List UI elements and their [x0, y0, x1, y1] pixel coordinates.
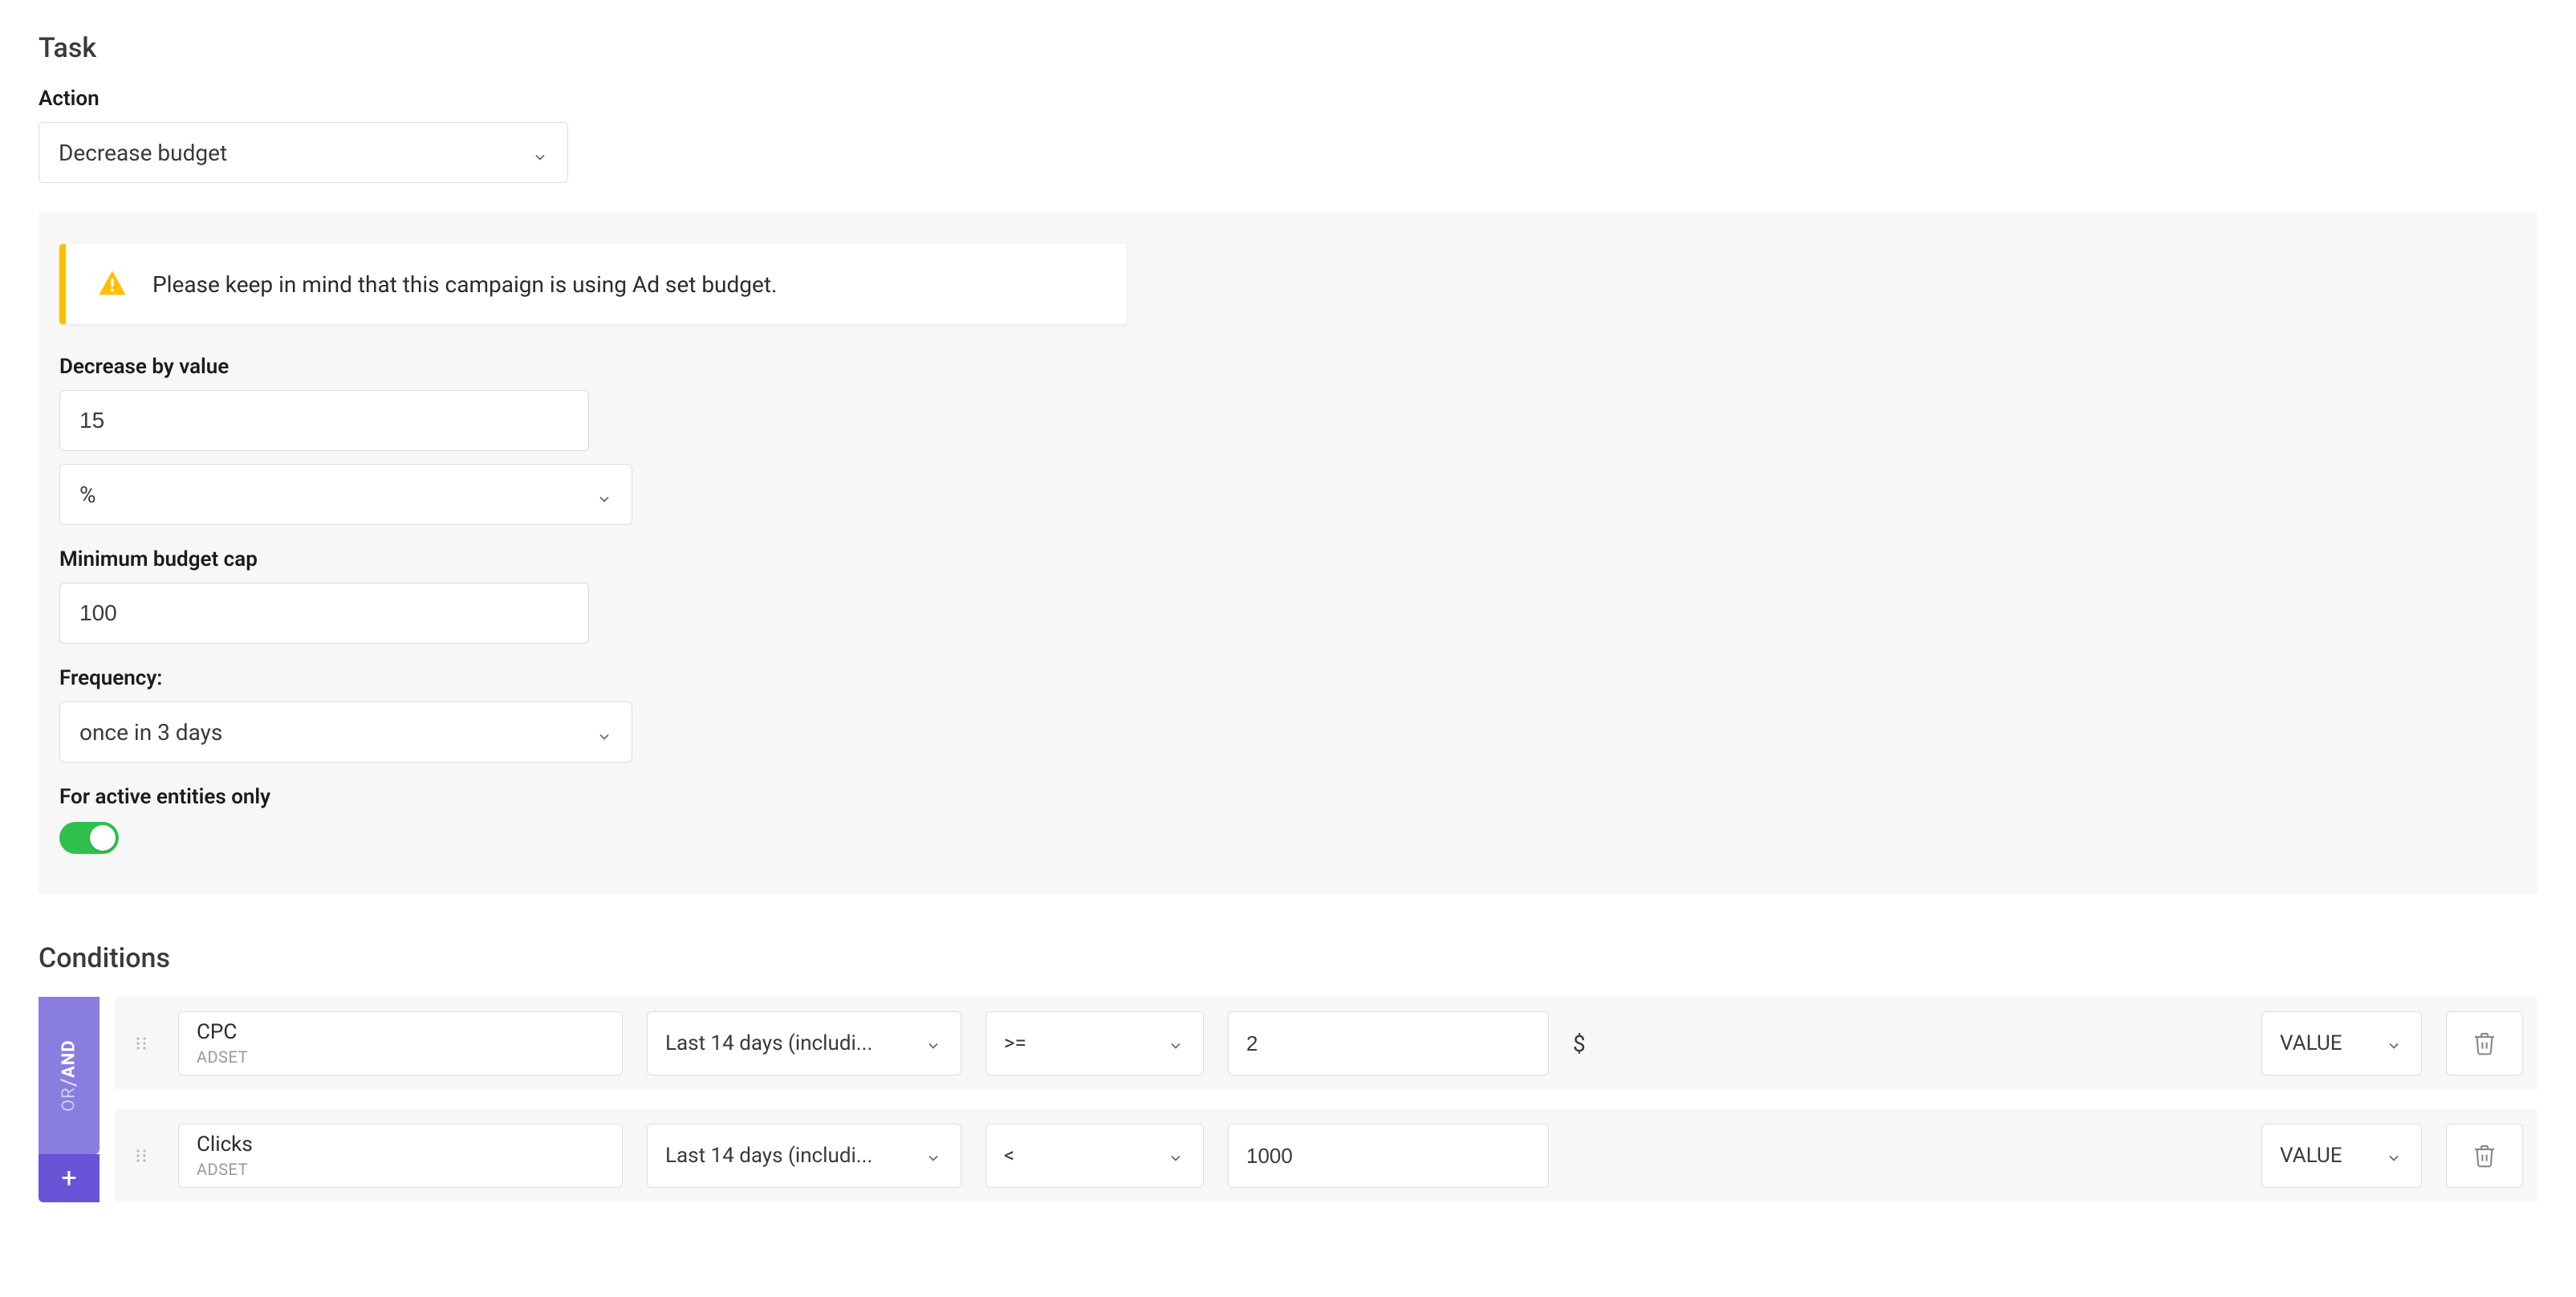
decrease-by-input[interactable]: [79, 391, 569, 450]
metric-name: Clicks: [197, 1132, 604, 1157]
metric-level: ADSET: [197, 1160, 604, 1179]
chevron-down-icon: [925, 1035, 941, 1051]
metric-name: CPC: [197, 1020, 604, 1044]
delete-condition-button[interactable]: [2446, 1011, 2523, 1075]
task-section: Task Action Decrease budget Please keep …: [39, 32, 2537, 894]
period-select[interactable]: Last 14 days (includi...: [647, 1011, 961, 1075]
frequency-select[interactable]: once in 3 days: [59, 701, 632, 762]
alert-text: Please keep in mind that this campaign i…: [152, 271, 777, 298]
action-select-value: Decrease budget: [59, 140, 227, 166]
operator-select[interactable]: >=: [985, 1011, 1204, 1075]
chevron-down-icon: [925, 1148, 941, 1164]
chevron-down-icon: [532, 144, 548, 161]
value-input-wrap[interactable]: [1228, 1124, 1549, 1188]
value-input[interactable]: [1246, 1031, 1530, 1056]
drag-handle-icon[interactable]: [128, 1011, 154, 1075]
conditions-logic-sidebar: OR / AND +: [39, 997, 100, 1202]
decrease-by-label: Decrease by value: [59, 355, 2517, 379]
decrease-by-input-wrap[interactable]: [59, 390, 589, 451]
decrease-by-unit-value: %: [79, 482, 96, 508]
min-cap-input[interactable]: [79, 583, 569, 643]
task-body: Please keep in mind that this campaign i…: [39, 212, 2537, 894]
compare-type-select[interactable]: VALUE: [2261, 1011, 2422, 1075]
metric-level: ADSET: [197, 1047, 604, 1067]
warning-icon: [96, 268, 128, 300]
compare-type-value: VALUE: [2280, 1031, 2342, 1055]
frequency-label: Frequency:: [59, 666, 2517, 690]
period-value: Last 14 days (includi...: [665, 1031, 872, 1055]
condition-row: Clicks ADSET Last 14 days (includi... <: [114, 1109, 2537, 1202]
chevron-down-icon: [596, 486, 612, 502]
metric-select[interactable]: Clicks ADSET: [178, 1124, 623, 1188]
value-unit: $: [1573, 1011, 1621, 1075]
chevron-down-icon: [2386, 1035, 2402, 1051]
decrease-by-unit-select[interactable]: %: [59, 464, 632, 525]
period-value: Last 14 days (includi...: [665, 1144, 872, 1168]
chevron-down-icon: [1168, 1148, 1184, 1164]
operator-select[interactable]: <: [985, 1124, 1204, 1188]
value-input-wrap[interactable]: [1228, 1011, 1549, 1075]
delete-condition-button[interactable]: [2446, 1124, 2523, 1188]
conditions-title: Conditions: [39, 942, 2537, 974]
min-cap-label: Minimum budget cap: [59, 547, 2517, 571]
operator-value: >=: [1004, 1031, 1026, 1055]
condition-row: CPC ADSET Last 14 days (includi... >=: [114, 997, 2537, 1090]
add-condition-button[interactable]: +: [39, 1154, 100, 1202]
conditions-section: Conditions OR / AND +: [39, 942, 2537, 1202]
action-label: Action: [39, 87, 2537, 111]
logic-sep: /: [57, 1078, 81, 1088]
action-select[interactable]: Decrease budget: [39, 122, 568, 183]
metric-select[interactable]: CPC ADSET: [178, 1011, 623, 1075]
value-unit: [1573, 1124, 1621, 1188]
task-title: Task: [39, 32, 2537, 64]
active-only-label: For active entities only: [59, 785, 2517, 809]
alert-banner: Please keep in mind that this campaign i…: [59, 244, 1127, 324]
frequency-value: once in 3 days: [79, 719, 222, 746]
toggle-knob: [90, 825, 116, 851]
drag-handle-icon[interactable]: [128, 1124, 154, 1188]
chevron-down-icon: [596, 724, 612, 740]
logic-and-label: AND: [59, 1039, 79, 1078]
value-input[interactable]: [1246, 1144, 1530, 1169]
add-symbol: +: [61, 1162, 76, 1194]
logic-and-or-toggle[interactable]: OR / AND: [39, 997, 100, 1154]
active-only-toggle[interactable]: [59, 822, 119, 854]
logic-or-label: OR: [59, 1087, 79, 1112]
chevron-down-icon: [1168, 1035, 1184, 1051]
period-select[interactable]: Last 14 days (includi...: [647, 1124, 961, 1188]
min-cap-input-wrap[interactable]: [59, 583, 589, 644]
compare-type-value: VALUE: [2280, 1144, 2342, 1168]
chevron-down-icon: [2386, 1148, 2402, 1164]
operator-value: <: [1004, 1144, 1014, 1168]
compare-type-select[interactable]: VALUE: [2261, 1124, 2422, 1188]
